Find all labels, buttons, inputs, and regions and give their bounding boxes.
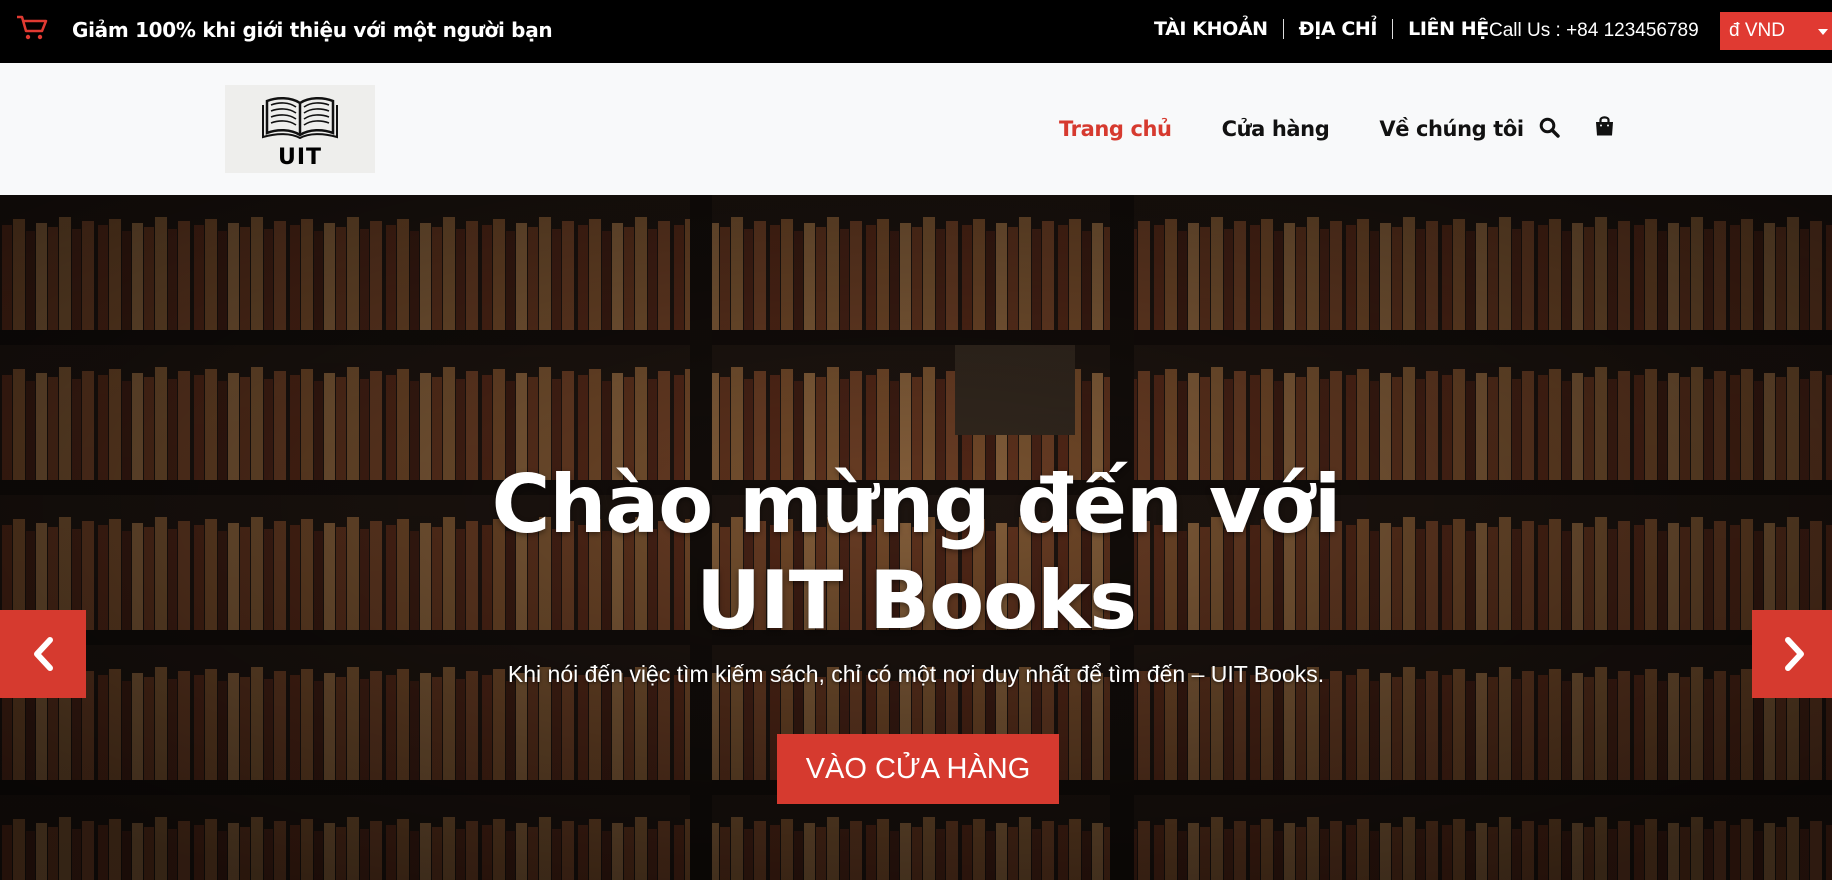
carousel-next-button[interactable] [1752, 610, 1832, 698]
currency-value: đ VND [1729, 20, 1785, 41]
phone-text: Call Us : +84 123456789 [1489, 20, 1699, 41]
site-logo[interactable]: UIT [225, 85, 375, 173]
enter-shop-button[interactable]: VÀO CỬA HÀNG [777, 734, 1059, 804]
top-bar: Giảm 100% khi giới thiệu với một người b… [0, 0, 1832, 63]
bag-icon[interactable] [1595, 115, 1614, 137]
site-header: UIT Trang chủ Cửa hàng Về chúng tôi [0, 63, 1832, 195]
hero-title-line2: UIT Books [696, 554, 1137, 647]
promo-text: Giảm 100% khi giới thiệu với một người b… [72, 18, 553, 42]
logo-text: UIT [277, 145, 323, 170]
nav-about[interactable]: Về chúng tôi [1379, 117, 1524, 141]
main-nav: Trang chủ Cửa hàng Về chúng tôi [1059, 117, 1574, 141]
chevron-left-icon [34, 637, 53, 671]
hero-title: Chào mừng đến với UIT Books [416, 457, 1416, 649]
chevron-down-icon [1818, 29, 1828, 35]
hero-title-line1: Chào mừng đến với [491, 458, 1342, 551]
open-book-icon [262, 97, 338, 140]
search-icon[interactable] [1539, 117, 1560, 138]
cart-icon [17, 15, 48, 40]
currency-select[interactable]: đ VND [1720, 12, 1832, 50]
divider [1282, 19, 1284, 39]
nav-shop[interactable]: Cửa hàng [1222, 117, 1330, 141]
contact-link[interactable]: LIÊN HỆ [1408, 18, 1489, 40]
carousel-prev-button[interactable] [0, 610, 86, 698]
address-link[interactable]: ĐỊA CHỈ [1299, 18, 1378, 40]
hero-banner: Chào mừng đến với UIT Books Khi nói đến … [0, 195, 1832, 880]
account-links: TÀI KHOẢN ĐỊA CHỈ LIÊN HỆ [1154, 18, 1489, 40]
nav-home[interactable]: Trang chủ [1059, 117, 1172, 141]
account-link[interactable]: TÀI KHOẢN [1154, 18, 1268, 40]
divider [1392, 19, 1394, 39]
hero-subtitle: Khi nói đến việc tìm kiếm sách, chỉ có m… [507, 661, 1325, 687]
chevron-right-icon [1785, 637, 1804, 671]
